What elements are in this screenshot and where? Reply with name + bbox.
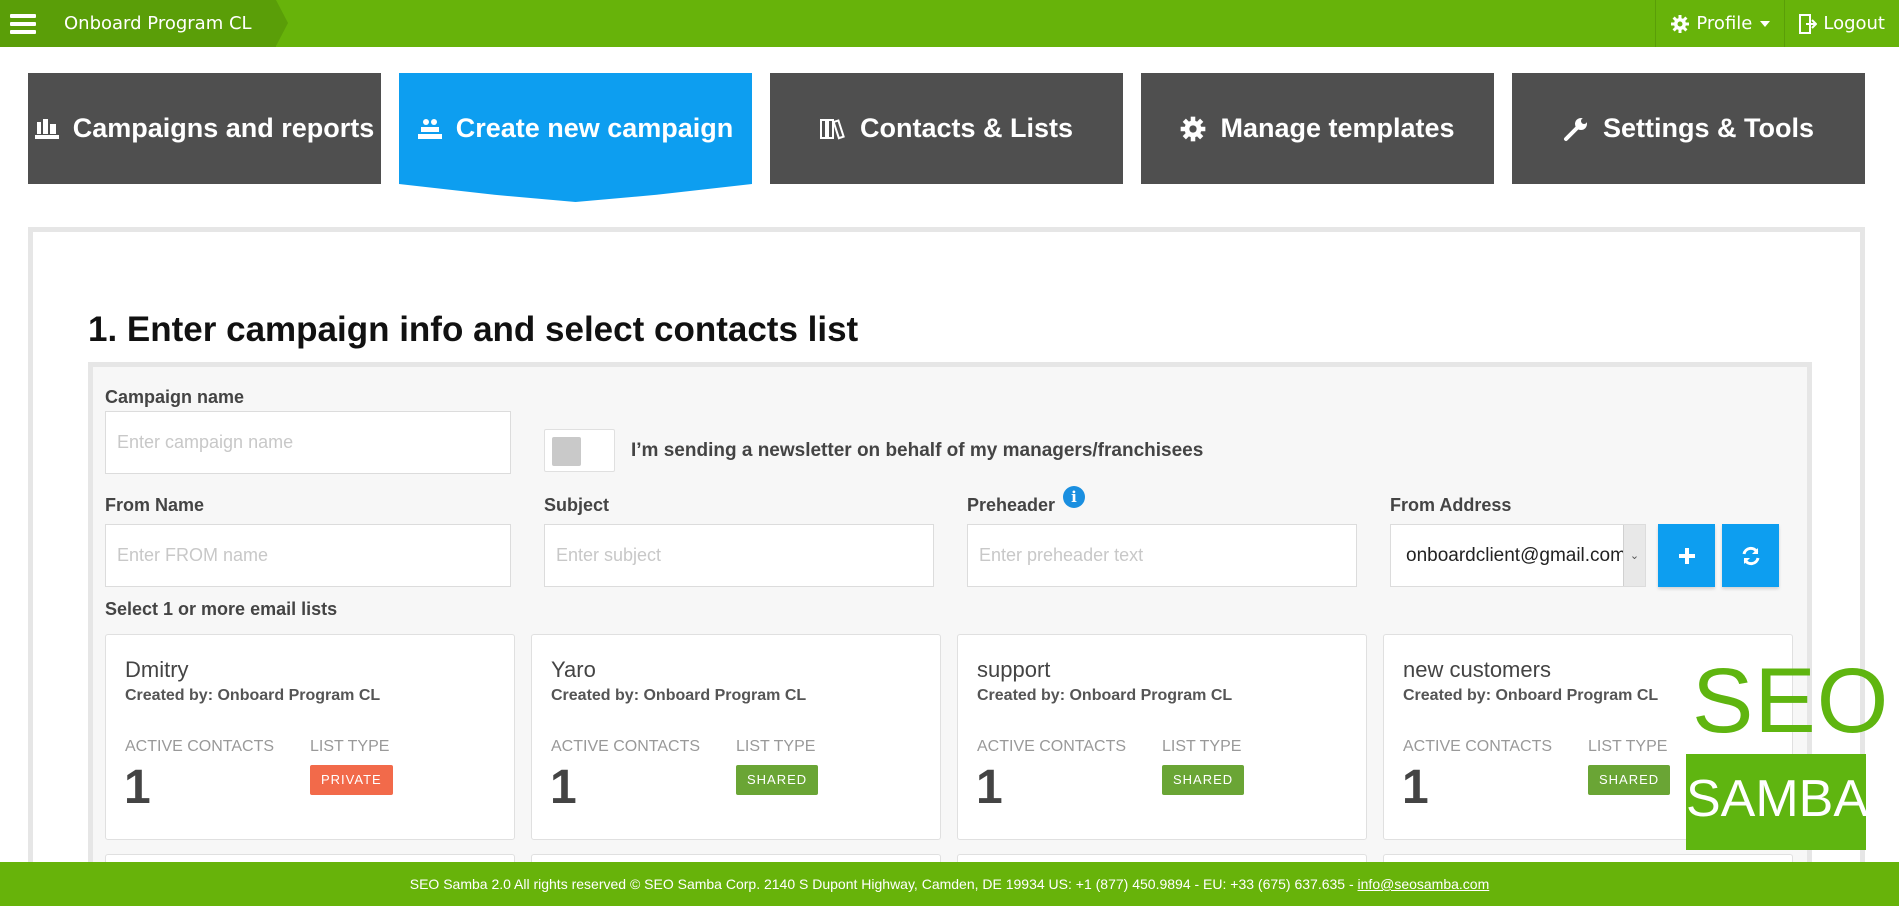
logout-icon [1799,13,1818,34]
active-contacts-value: 1 [1402,761,1429,814]
info-icon[interactable]: i [1063,486,1085,508]
footer-text: SEO Samba 2.0 All rights reserved © SEO … [409,876,1358,892]
list-card-yaro[interactable]: Yaro Created by: Onboard Program CL ACTI… [531,634,941,840]
list-type-badge: SHARED [736,765,819,795]
nav-tile-create-campaign[interactable]: Create new campaign [399,73,752,184]
active-contacts-label: ACTIVE CONTACTS [977,738,1127,755]
list-type-label: LIST TYPE [1588,738,1668,755]
profile-dropdown-button[interactable]: Profile [1655,0,1784,47]
nav-tile-label: Contacts & Lists [859,113,1074,143]
list-type-badge: SHARED [1162,765,1245,795]
refresh-icon [1742,546,1759,565]
from-address-label: From Address [1390,495,1512,515]
chevron-down-icon[interactable]: ⌄ [1623,525,1645,586]
logo-samba-text: SAMBA [1686,770,1869,828]
seo-samba-logo: SEO SAMBA [1686,655,1888,850]
list-card-dmitry[interactable]: Dmitry Created by: Onboard Program CL AC… [105,634,515,840]
list-name: Dmitry [125,657,189,682]
top-bar: Onboard Program CL Profile Logout [0,0,1899,47]
books-icon [819,118,845,139]
list-created-by: Created by: Onboard Program CL [551,687,807,704]
list-type-badge: PRIVATE [310,765,393,795]
preheader-input[interactable] [967,524,1357,587]
toggle-knob [552,437,581,466]
footer-email-link[interactable]: info@seosamba.com [1358,876,1490,892]
logout-label: Logout [1823,13,1885,34]
main-panel: 1. Enter campaign info and select contac… [28,227,1865,906]
subject-label: Subject [544,495,610,515]
refresh-addresses-button[interactable] [1722,524,1779,587]
breadcrumb[interactable]: Onboard Program CL [46,0,288,47]
active-contacts-value: 1 [976,761,1003,814]
from-name-input[interactable] [105,524,511,587]
nav-tile-label: Settings & Tools [1602,113,1814,143]
lists-label: Select 1 or more email lists [105,599,338,619]
list-type-badge: SHARED [1588,765,1671,795]
from-name-label: From Name [105,495,205,515]
footer: SEO Samba 2.0 All rights reserved © SEO … [0,862,1899,906]
from-address-select[interactable]: onboardclient@gmail.com ⌄ [1390,524,1646,587]
subject-input[interactable] [544,524,934,587]
create-campaign-icon [417,118,442,139]
list-name: Yaro [551,657,596,682]
list-created-by: Created by: Onboard Program CL [1403,687,1659,704]
list-type-label: LIST TYPE [1162,738,1242,755]
active-contacts-label: ACTIVE CONTACTS [1403,738,1553,755]
campaign-name-label: Campaign name [105,387,245,407]
list-created-by: Created by: Onboard Program CL [977,687,1233,704]
gear-icon [1181,116,1206,141]
campaigns-icon [34,118,59,139]
list-type-label: LIST TYPE [736,738,816,755]
hamburger-menu-button[interactable] [0,0,46,47]
caret-down-icon [1760,20,1771,27]
nav-tile-contacts-lists[interactable]: Contacts & Lists [770,73,1123,184]
profile-label: Profile [1696,13,1753,34]
nav-tile-label: Manage templates [1220,113,1455,143]
add-address-button[interactable] [1658,524,1715,587]
logout-button[interactable]: Logout [1784,0,1899,47]
list-card-support[interactable]: support Created by: Onboard Program CL A… [957,634,1367,840]
nav-tile-label: Create new campaign [455,113,734,143]
preheader-label: Preheader [967,495,1056,515]
active-contacts-label: ACTIVE CONTACTS [551,738,701,755]
wrench-icon [1563,117,1587,141]
nav-tile-label: Campaigns and reports [72,113,375,143]
franchisee-toggle[interactable] [544,429,615,472]
main-nav: Campaigns and reports Create new campaig… [28,73,1866,185]
hamburger-icon [10,10,36,38]
gear-icon [1671,14,1690,33]
nav-tile-settings-tools[interactable]: Settings & Tools [1512,73,1865,184]
campaign-info-form: Campaign name I’m sending a newsletter o… [88,362,1812,906]
active-contacts-value: 1 [550,761,577,814]
from-address-value: onboardclient@gmail.com [1406,544,1623,566]
franchisee-toggle-label: I’m sending a newsletter on behalf of my… [631,440,1204,461]
nav-tile-campaigns-reports[interactable]: Campaigns and reports [28,73,381,184]
nav-tile-manage-templates[interactable]: Manage templates [1141,73,1494,184]
list-name: new customers [1403,657,1551,682]
active-contacts-value: 1 [124,761,151,814]
logo-seo-text: SEO [1692,650,1890,752]
list-type-label: LIST TYPE [310,738,390,755]
plus-icon [1678,547,1695,564]
active-contacts-label: ACTIVE CONTACTS [125,738,275,755]
campaign-name-input[interactable] [105,411,511,474]
step-title: 1. Enter campaign info and select contac… [88,310,859,349]
list-created-by: Created by: Onboard Program CL [125,687,381,704]
list-name: support [977,657,1051,682]
